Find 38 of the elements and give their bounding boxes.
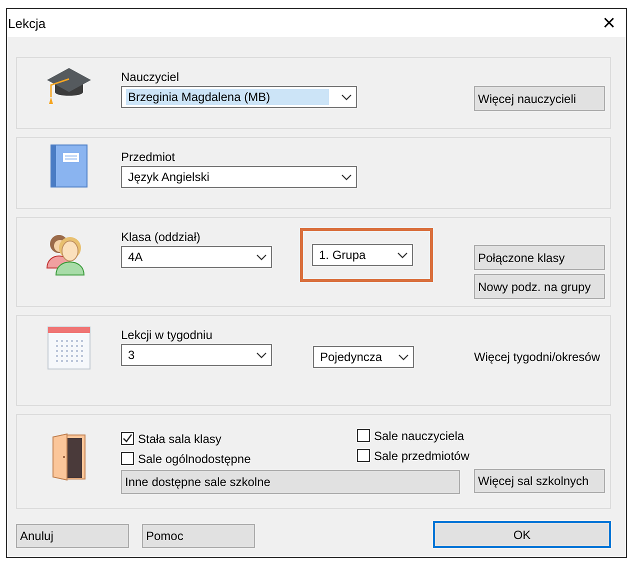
dialog-button[interactable]: OK	[433, 521, 611, 548]
chevron-icon	[341, 174, 352, 180]
more-weeks-link[interactable]: Więcej tygodni/okresów	[474, 350, 600, 364]
group-dropdown[interactable]: 1. Grupa	[312, 244, 413, 266]
chevron-icon	[397, 252, 408, 258]
subject-dropdown[interactable]: Język Angielski	[121, 166, 357, 188]
chevron-icon	[256, 254, 267, 260]
field-label: Przedmiot	[121, 150, 176, 164]
field-label: Nauczyciel	[121, 70, 180, 84]
chevron-icon	[256, 352, 267, 358]
checkbox[interactable]	[121, 432, 134, 445]
checkbox-label: Stała sala klasy	[138, 432, 222, 446]
checkbox[interactable]	[357, 449, 370, 462]
dialog-button[interactable]: Anuluj	[16, 524, 129, 548]
close-button[interactable]: ×	[592, 9, 626, 37]
window-title: Lekcja	[8, 16, 46, 30]
checkbox-label: Sale ogólnodostępne	[138, 452, 251, 466]
more-teachers-button[interactable]: Więcej nauczycieli	[474, 86, 605, 111]
book-icon	[50, 144, 88, 188]
dialog-button[interactable]: Pomoc	[142, 524, 255, 548]
chevron-icon	[341, 94, 352, 100]
calendar-icon	[47, 326, 91, 370]
checkbox-label: Sale przedmiotów	[374, 448, 470, 462]
door-icon	[52, 433, 86, 481]
checkbox[interactable]	[357, 429, 370, 442]
lesson-type-dropdown[interactable]: Pojedyncza	[313, 346, 414, 368]
lessons-per-week-dropdown[interactable]: 3	[121, 344, 272, 366]
checkbox[interactable]	[121, 452, 134, 465]
class-button[interactable]: Nowy podz. na grupy	[474, 274, 605, 299]
field-label: Lekcji w tygodniu	[121, 328, 214, 342]
more-rooms-button[interactable]: Więcej sal szkolnych	[474, 469, 605, 493]
class-dropdown[interactable]: 4A	[121, 246, 272, 268]
teacher-dropdown[interactable]: Brzeginia Magdalena (MB)	[121, 86, 357, 108]
class-button[interactable]: Połączone klasy	[474, 245, 605, 270]
other-rooms-button[interactable]: Inne dostępne sale szkolne	[121, 470, 460, 494]
field-label: Klasa (oddział)	[121, 230, 202, 244]
chevron-icon	[398, 354, 409, 360]
checkbox-label: Sale nauczyciela	[374, 428, 464, 442]
